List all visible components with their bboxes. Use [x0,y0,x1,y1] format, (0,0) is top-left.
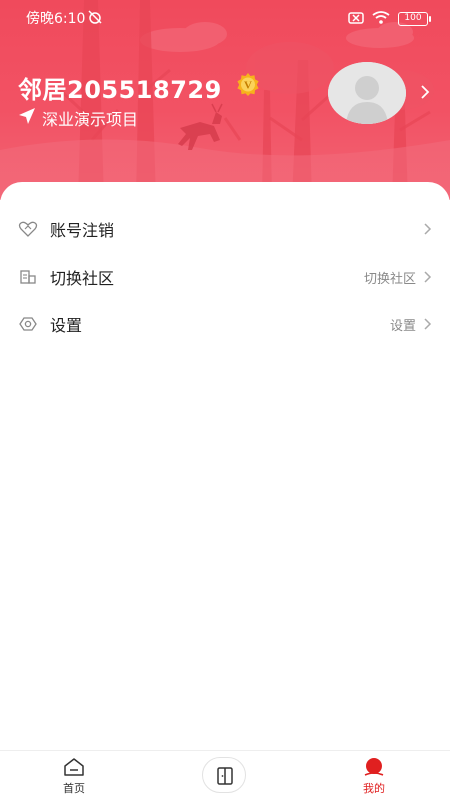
profile-active-icon [364,758,384,780]
battery-indicator: 100 [398,11,431,26]
menu-label: 设置 [50,316,83,335]
avatar[interactable] [328,62,406,124]
profile-chevron-right-icon[interactable] [420,84,430,103]
status-bar: 傍晚6:10 100 [0,0,450,34]
default-avatar-icon [328,62,406,124]
no-sim-icon [348,9,364,28]
home-icon [63,757,85,781]
project-location-row[interactable]: 深业演示项目 [18,106,138,130]
bottom-tab-bar: 首页 我的 [0,750,450,800]
tab-mine-label: 我的 [363,782,385,795]
menu-item-account-cancel[interactable]: 账号注销 [0,206,450,252]
vip-badge-icon: V [237,73,259,96]
alarm-off-icon [88,9,102,28]
heart-handshake-icon [18,219,38,239]
chevron-right-icon [424,220,432,239]
chevron-right-icon [424,315,432,334]
menu-item-switch-community[interactable]: 切换社区 切换社区 [0,254,450,300]
tab-home[interactable]: 首页 [34,751,114,800]
app-root: 傍晚6:10 100 邻居205518729 V 深业演示项目 账号注销 切换社… [0,0,450,800]
navigation-arrow-icon [18,107,36,129]
wifi-icon [372,9,390,28]
menu-value: 切换社区 [363,271,416,287]
menu-value: 设置 [389,318,416,334]
menu-label: 切换社区 [50,269,115,288]
status-indicators: 100 [348,9,431,28]
door-open-icon [215,766,235,790]
tab-mine[interactable]: 我的 [334,751,414,800]
status-time: 傍晚6:10 [26,11,86,27]
menu-item-settings[interactable]: 设置 设置 [0,301,450,347]
tab-home-label: 首页 [63,782,85,795]
chevron-right-icon [424,268,432,287]
vip-badge-letter: V [244,80,252,92]
profile-username[interactable]: 邻居205518729 [18,70,222,105]
door-access-button[interactable] [202,757,246,793]
building-icon [18,267,38,287]
menu-label: 账号注销 [50,221,115,240]
profile-header: 傍晚6:10 100 邻居205518729 V 深业演示项目 [0,0,450,200]
settings-icon [18,314,38,334]
menu-card: 账号注销 切换社区 切换社区 设置 设置 [0,182,450,750]
project-name: 深业演示项目 [42,110,139,129]
